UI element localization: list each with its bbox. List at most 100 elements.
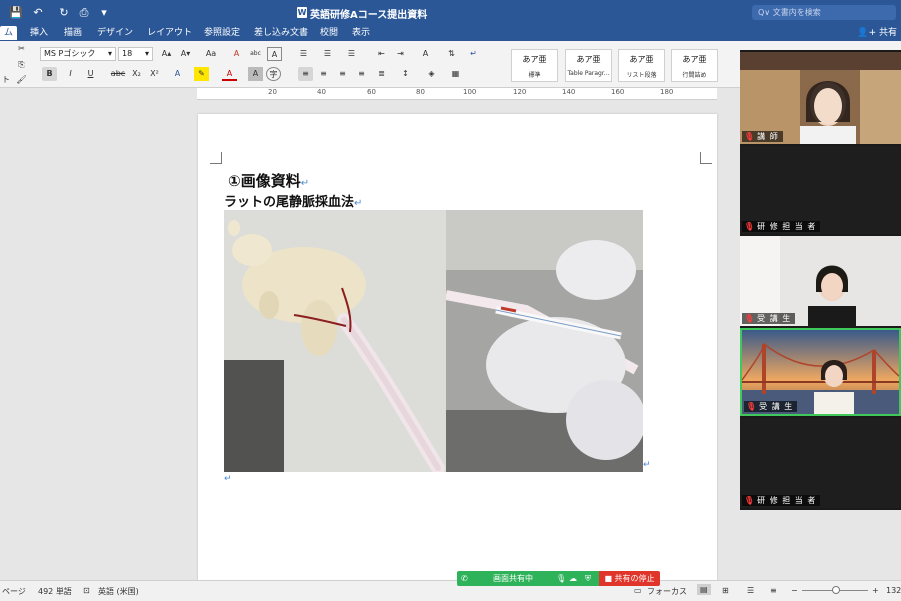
borders-icon[interactable]: ▦ xyxy=(448,67,463,81)
multilevel-list-icon[interactable]: ☰ xyxy=(344,47,359,61)
zoom-out-button[interactable]: − xyxy=(791,586,798,595)
empty-paragraph[interactable]: ↵ xyxy=(224,474,232,484)
participant-name-label: 🎙 研 修 担 当 者 xyxy=(742,495,821,506)
shield-icon[interactable]: ⛨ xyxy=(585,571,591,586)
tab-draw[interactable]: 描画 xyxy=(60,26,86,40)
subscript-button[interactable]: X₂ xyxy=(129,67,144,81)
tab-references[interactable]: 参照設定 xyxy=(200,26,244,40)
participant-tile-staff-2[interactable]: 🎙 研 修 担 当 者 xyxy=(740,418,901,508)
zoom-in-button[interactable]: + xyxy=(872,586,879,595)
asian-layout-icon[interactable]: A xyxy=(418,47,433,61)
style-no-spacing[interactable]: あア亜 行間詰め xyxy=(671,49,718,82)
increase-indent-icon[interactable]: ⇥ xyxy=(393,47,408,61)
align-right-icon[interactable]: ≡ xyxy=(335,67,350,81)
horizontal-ruler[interactable]: 20 40 60 80 100 120 140 160 180 xyxy=(197,88,717,100)
redo-icon[interactable]: ↻ xyxy=(56,5,72,20)
rat-model-photo[interactable] xyxy=(224,210,446,472)
char-border-icon[interactable]: A xyxy=(267,47,282,61)
bullets-icon[interactable]: ☰ xyxy=(296,47,311,61)
text-effects-icon[interactable]: A xyxy=(170,67,185,81)
decrease-indent-icon[interactable]: ⇤ xyxy=(374,47,389,61)
page-count[interactable]: ページ xyxy=(2,586,26,597)
stop-share-button[interactable]: ■ 共有の停止 xyxy=(599,571,660,586)
char-shading-icon[interactable]: A xyxy=(248,67,263,81)
align-left-icon[interactable]: ≡ xyxy=(298,67,313,81)
search-input[interactable]: Q∨ 文書内を検索 xyxy=(752,5,896,20)
language-status[interactable]: 英語 (米国) xyxy=(98,586,139,597)
print-layout-icon[interactable]: ▤ xyxy=(697,584,711,595)
font-name-select[interactable]: MS Pゴシック ▾ xyxy=(40,47,116,61)
shrink-font-icon[interactable]: A▾ xyxy=(178,47,193,61)
superscript-button[interactable]: X² xyxy=(147,67,162,81)
proofing-icon[interactable]: ⊡ xyxy=(83,586,90,595)
show-marks-icon[interactable]: ↵ xyxy=(466,47,481,61)
word-count[interactable]: 492 単語 xyxy=(38,586,72,597)
tab-layout[interactable]: レイアウト xyxy=(143,26,196,40)
participant-name-label: 🎙 講 師 xyxy=(742,131,783,142)
heading-tail-vein-sampling[interactable]: ラットの尾静脈採血法↵ xyxy=(224,191,362,210)
underline-button[interactable]: U xyxy=(83,67,98,81)
tab-view[interactable]: 表示 xyxy=(348,26,374,40)
participant-name: 受 講 生 xyxy=(759,402,794,411)
chevron-down-icon: ▾ xyxy=(144,49,149,58)
style-table-paragraph[interactable]: あア亜 Table Paragr... xyxy=(565,49,612,82)
style-list-paragraph[interactable]: あア亜 リスト段落 xyxy=(618,49,665,82)
participant-tile-student-1[interactable]: 🎙 受 講 生 xyxy=(740,236,901,326)
save-icon[interactable]: 💾 xyxy=(8,5,24,20)
sort-icon[interactable]: ⇅ xyxy=(444,47,459,61)
style-normal[interactable]: あア亜 標準 xyxy=(511,49,558,82)
cloud-icon[interactable]: ☁ xyxy=(569,571,577,586)
mic-icon[interactable]: 🎙 xyxy=(556,571,566,586)
italic-button[interactable]: I xyxy=(63,67,78,81)
change-case-icon[interactable]: Aa xyxy=(200,47,222,61)
justify-icon[interactable]: ≡ xyxy=(354,67,369,81)
shading-icon[interactable]: ◈ xyxy=(424,67,439,81)
focus-mode[interactable]: フォーカス xyxy=(647,586,687,597)
strikethrough-button[interactable]: abc xyxy=(108,67,128,81)
draft-view-icon[interactable]: ≡ xyxy=(770,586,777,595)
document-page[interactable]: ①画像資料↵ ラットの尾静脈採血法↵ ↵ ↵ xyxy=(198,114,717,584)
phonetic-guide-icon[interactable]: abc xyxy=(248,47,263,61)
sharing-status[interactable]: ✆ 画面共有中 🎙 ☁ ⛨ xyxy=(457,571,599,586)
participant-tile-student-2-active[interactable]: 🎙 受 講 生 xyxy=(740,328,901,416)
highlight-icon[interactable]: ✎ xyxy=(194,67,209,81)
customize-toolbar-icon[interactable]: ▾ xyxy=(96,5,112,20)
tab-review[interactable]: 校閲 xyxy=(316,26,342,40)
line-spacing-icon[interactable]: ↕ xyxy=(398,67,413,81)
font-color-icon[interactable]: A xyxy=(222,67,237,81)
paragraph-mark: ↵ xyxy=(224,474,232,484)
tab-insert[interactable]: 挿入 xyxy=(26,26,52,40)
title-bar: 💾 ↶ ↻ ⎙ ▾ W 英語研修Aコース提出資料 Q∨ 文書内を検索 xyxy=(0,0,901,25)
clear-format-icon[interactable]: A xyxy=(229,47,244,61)
copy-icon[interactable]: ⎘ xyxy=(14,58,29,72)
ruler-label: 140 xyxy=(562,88,576,96)
format-painter-icon[interactable]: 🖌 xyxy=(14,73,29,87)
tab-mailings[interactable]: 差し込み文書 xyxy=(250,26,312,40)
distributed-icon[interactable]: ≣ xyxy=(374,67,389,81)
undo-icon[interactable]: ↶ xyxy=(30,5,46,20)
numbering-icon[interactable]: ☰ xyxy=(320,47,335,61)
grow-font-icon[interactable]: A▴ xyxy=(159,47,174,61)
margin-corner xyxy=(700,152,712,164)
web-layout-icon[interactable]: ⊞ xyxy=(722,586,729,595)
blood-sampling-photo[interactable] xyxy=(446,210,643,472)
tab-home[interactable]: ム xyxy=(0,26,18,40)
share-button[interactable]: 👤+ 共有 xyxy=(857,26,897,40)
bold-button[interactable]: B xyxy=(42,67,57,81)
style-preview: あア亜 xyxy=(576,55,601,64)
font-size-value: 18 xyxy=(122,49,133,58)
cut-icon[interactable]: ✂ xyxy=(14,42,29,56)
ruler-label: 160 xyxy=(611,88,625,96)
enclose-char-icon[interactable]: 字 xyxy=(266,67,281,81)
zoom-level[interactable]: 132 xyxy=(886,586,901,595)
heading-image-materials[interactable]: ①画像資料↵ xyxy=(228,170,309,191)
tab-design[interactable]: デザイン xyxy=(93,26,137,40)
focus-icon[interactable]: ▭ xyxy=(634,586,642,595)
align-center-icon[interactable]: ≡ xyxy=(316,67,331,81)
participant-tile-staff[interactable]: 🎙 研 修 担 当 者 xyxy=(740,146,901,234)
font-size-select[interactable]: 18 ▾ xyxy=(118,47,153,61)
zoom-slider-handle[interactable] xyxy=(832,586,840,594)
participant-tile-instructor[interactable]: 🎙 講 師 xyxy=(740,52,901,144)
print-icon[interactable]: ⎙ xyxy=(76,5,92,20)
outline-view-icon[interactable]: ☰ xyxy=(747,586,754,595)
